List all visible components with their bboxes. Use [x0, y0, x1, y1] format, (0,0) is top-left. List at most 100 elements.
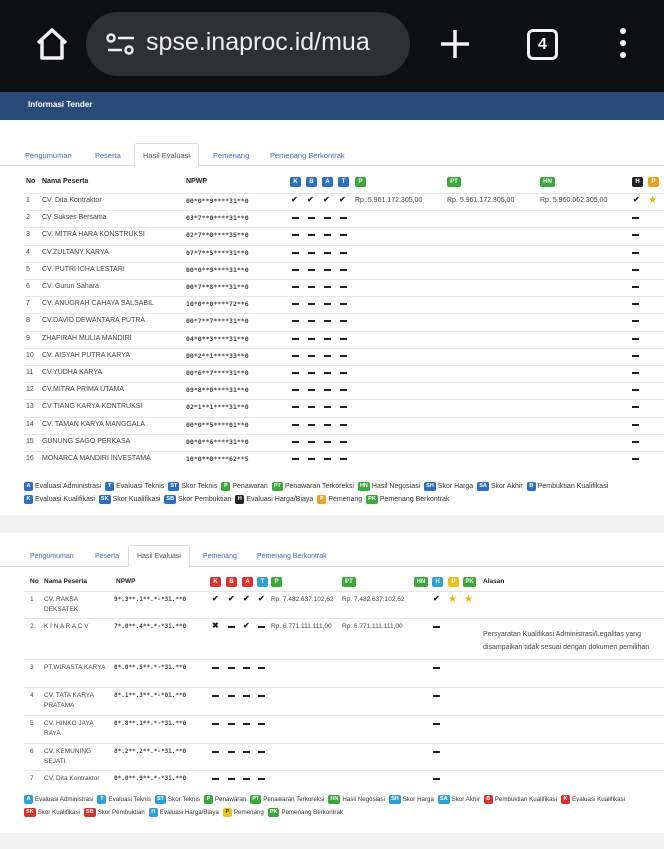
- dash-icon: [308, 234, 315, 237]
- home-icon[interactable]: [34, 26, 70, 62]
- url-text[interactable]: spse.inaproc.id/mua: [146, 28, 370, 57]
- dash-icon: [228, 667, 235, 669]
- dash-icon: [324, 423, 331, 426]
- row-number: 15: [26, 437, 34, 445]
- dash-icon: [292, 320, 299, 323]
- new-tab-icon[interactable]: [438, 26, 472, 62]
- more-menu-icon[interactable]: [616, 28, 630, 62]
- tab-peserta[interactable]: Peserta: [95, 151, 121, 160]
- tab-hasil-evaluasi[interactable]: Hasil Evaluasi: [134, 143, 200, 167]
- npwp-value: 00*7**8****31**0: [186, 283, 249, 291]
- tab-pengumuman[interactable]: Pengumuman: [25, 151, 72, 160]
- tab-hasil-evaluasi[interactable]: Hasil Evaluasi: [128, 545, 190, 567]
- row-divider: [24, 715, 664, 716]
- dash-icon: [258, 723, 265, 725]
- npwp-value: 03*7**0****31**0: [186, 214, 249, 223]
- address-bar[interactable]: spse.inaproc.id/mua: [86, 12, 410, 76]
- row-divider: [24, 399, 664, 401]
- legend-item: T Evaluasi Teknis: [97, 793, 151, 806]
- dash-icon: [308, 440, 315, 443]
- check-icon: ✔: [339, 195, 346, 204]
- legend-item: SA Skor Akhir: [437, 793, 480, 806]
- legend-badge: T: [105, 482, 115, 491]
- legend-label: Evaluasi Teknis: [108, 796, 152, 803]
- npwp-value: 10*0**0****62**5: [186, 455, 249, 463]
- dash-icon: [632, 337, 639, 340]
- row-divider: [24, 365, 664, 366]
- row-divider: [24, 261, 664, 263]
- cross-icon: ✖: [212, 621, 219, 630]
- dash-icon: [292, 337, 299, 340]
- participant-name: CV.DAVID DEWANTARA PUTRA: [42, 317, 146, 325]
- legend-badge: PK: [267, 808, 280, 818]
- row-divider: [24, 193, 664, 194]
- dash-icon: [632, 251, 639, 254]
- npwp-value: 00*6**7****31**0: [186, 369, 249, 377]
- dash-icon: [292, 440, 299, 443]
- row-divider: [24, 313, 664, 315]
- dash-icon: [340, 268, 347, 271]
- site-settings-icon[interactable]: [106, 32, 136, 56]
- tab-pengumuman[interactable]: Pengumuman: [30, 553, 74, 560]
- tab-bar: Pengumuman Peserta Hasil Evaluasi Pemena…: [0, 120, 664, 167]
- participant-name: CV. ANUGRAH CAHAYA SALSABIL: [42, 300, 154, 308]
- dash-icon: [324, 268, 331, 271]
- dash-icon: [243, 751, 250, 753]
- dash-icon: [308, 320, 315, 323]
- star-icon: ★: [448, 594, 457, 605]
- section-title: Informasi Tender: [28, 100, 93, 109]
- offer-price: Rp. 6.771.111.111,00: [271, 623, 332, 630]
- corrected-price: Rp. 5.961.172.305,00: [447, 197, 515, 204]
- npwp-value: 02*7**0****35**0: [186, 231, 249, 240]
- tab-switcher-button[interactable]: 4: [527, 29, 558, 60]
- dash-icon: [308, 389, 315, 392]
- dash-icon: [228, 723, 235, 725]
- row-number: 10: [26, 351, 34, 359]
- legend-label: Evaluasi Harga/Biaya: [246, 496, 314, 504]
- dash-icon: [632, 406, 639, 409]
- row-number: 9: [26, 334, 30, 342]
- browser-toolbar: spse.inaproc.id/mua 4: [0, 0, 664, 92]
- dash-icon: [212, 751, 219, 753]
- dash-icon: [324, 303, 331, 306]
- tab-pemenang[interactable]: Pemenang: [203, 553, 237, 560]
- dash-icon: [433, 751, 440, 753]
- legend-label: Skor Teknis: [168, 796, 200, 803]
- tab-peserta[interactable]: Peserta: [95, 553, 119, 560]
- row-number: 2: [26, 214, 30, 222]
- row-divider: [24, 244, 664, 246]
- legend-item: K Evaluasi Kualifikasi: [561, 793, 625, 806]
- offer-price: Rp. 7.482.637.102,62: [271, 596, 334, 603]
- legend-badge: SK: [24, 808, 36, 818]
- dash-icon: [340, 354, 347, 357]
- legend-item: SB Skor Pembuktian: [164, 493, 231, 506]
- dash-icon: [258, 778, 265, 780]
- legend-badge: A: [24, 482, 33, 491]
- header-badge-k: K: [210, 577, 221, 587]
- legend-badge: H: [148, 808, 158, 818]
- tab-pemenang-berkontrak[interactable]: Pemenang Berkontrak: [270, 151, 345, 160]
- row-number: 7: [30, 775, 34, 782]
- legend-item: PT Penawaran Terkoreksi: [250, 793, 324, 806]
- legend-badge: H: [235, 495, 245, 505]
- legend-label: Skor Teknis: [181, 483, 218, 490]
- tab-pemenang-berkontrak[interactable]: Pemenang Berkontrak: [257, 553, 327, 560]
- column-header-reason: Alasan: [483, 578, 505, 585]
- dash-icon: [340, 458, 347, 460]
- header-badge-p: P: [271, 577, 282, 587]
- dash-icon: [292, 354, 299, 357]
- legend-label: Penawaran: [232, 483, 268, 490]
- dash-icon: [308, 337, 315, 340]
- dash-icon: [292, 217, 299, 220]
- participant-name: K I N A R A C V: [44, 623, 89, 630]
- header-badge-a: A: [322, 177, 333, 187]
- dash-icon: [292, 234, 299, 237]
- legend-item: A Evaluasi Administrasi: [24, 793, 93, 806]
- participant-name: CV. Dita Kontraktor: [44, 775, 100, 782]
- npwp-value: 8*.2**.2**.*-*31.**0: [114, 748, 187, 755]
- npwp-value: 00*0**9****31**0: [186, 197, 249, 205]
- tab-pemenang[interactable]: Pemenang: [213, 151, 249, 160]
- legend-item: P Pemenang: [317, 493, 362, 506]
- rejection-reason: Persyaratan Kualifikasi Administrasi/Leg…: [483, 631, 650, 651]
- corrected-price: Rp. 6.771.111.111,00: [342, 623, 403, 630]
